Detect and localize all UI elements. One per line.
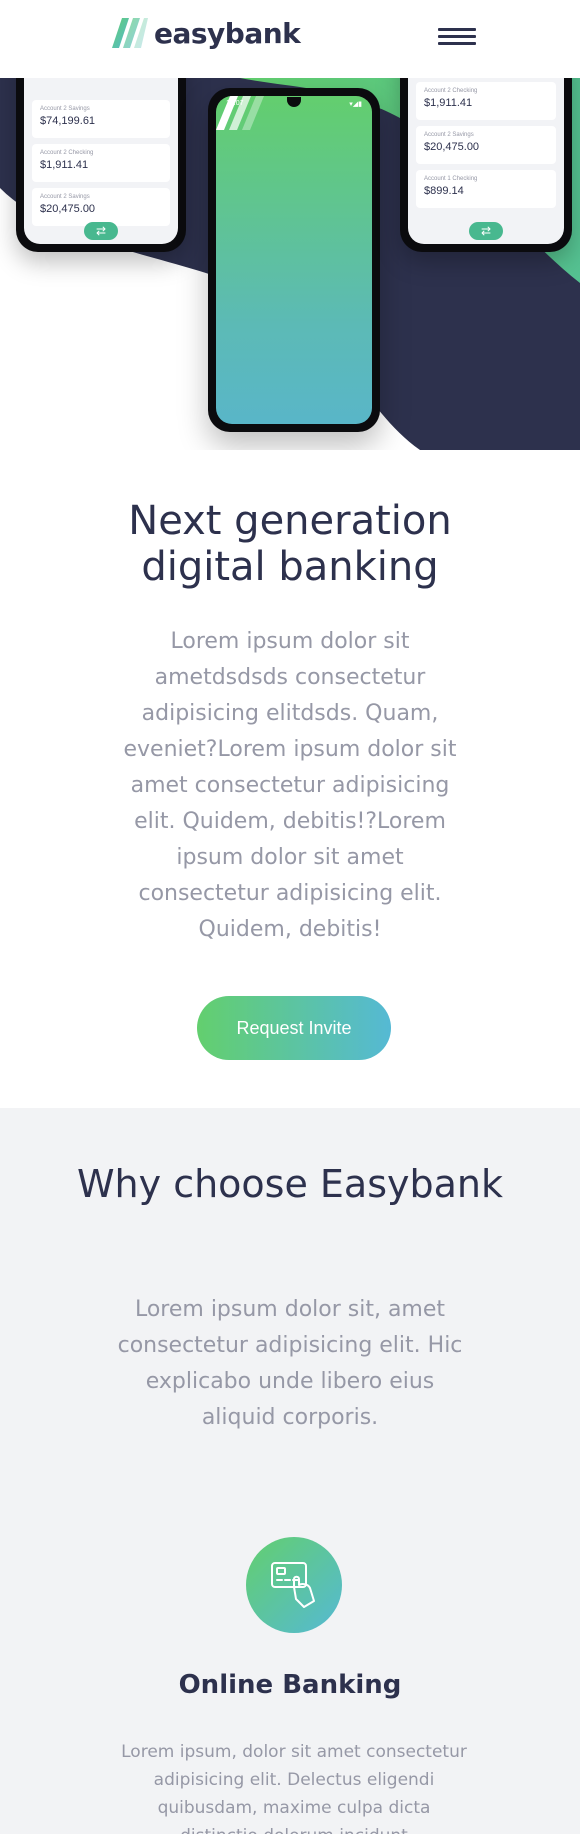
intro-section: Next generation digital banking Lorem ip… bbox=[0, 450, 580, 1108]
signal-battery-icon: ▾◢▮ bbox=[349, 101, 362, 108]
center-phone-mockup: 14:07 ▾◢▮ bbox=[208, 88, 380, 432]
right-phone-screen: Account 2 Checking $1,911.41 Account 2 S… bbox=[408, 78, 564, 244]
site-header: easybank bbox=[0, 0, 580, 78]
account-name: Account 2 Savings bbox=[40, 194, 90, 200]
why-section: Why choose Easybank Lorem ipsum dolor si… bbox=[0, 1108, 580, 1834]
left-phone-screen: Account 2 Savings $74,199.61 Account 2 C… bbox=[24, 78, 178, 244]
online-banking-icon bbox=[246, 1537, 342, 1633]
account-card: Account 2 Savings $74,199.61 bbox=[32, 100, 170, 138]
account-card: Account 2 Checking $1,911.41 bbox=[32, 144, 170, 182]
hero-section: Account 2 Savings $74,199.61 Account 2 C… bbox=[0, 78, 580, 450]
hamburger-line bbox=[438, 35, 476, 38]
account-name: Account 2 Savings bbox=[424, 132, 474, 138]
account-name: Account 2 Checking bbox=[424, 88, 478, 94]
transfer-button[interactable]: ⇄ bbox=[84, 222, 118, 240]
account-card: Account 2 Savings $20,475.00 bbox=[416, 126, 556, 164]
hamburger-icon[interactable] bbox=[438, 28, 476, 48]
center-phone-screen: 14:07 ▾◢▮ bbox=[216, 96, 372, 424]
account-name: Account 1 Checking bbox=[424, 176, 478, 182]
hamburger-line bbox=[438, 28, 476, 31]
account-amount: $899.14 bbox=[424, 185, 464, 197]
account-amount: $20,475.00 bbox=[40, 203, 96, 215]
transfer-button[interactable]: ⇄ bbox=[469, 222, 503, 240]
feature-text: Lorem ipsum, dolor sit amet consectetur … bbox=[121, 1742, 467, 1834]
intro-body: Lorem ipsum dolor sit ametdsdsds consect… bbox=[123, 629, 457, 942]
hamburger-line bbox=[438, 42, 476, 45]
account-name: Account 2 Savings bbox=[40, 106, 90, 112]
logo-mark-icon bbox=[112, 18, 148, 48]
right-phone-mockup: Account 2 Checking $1,911.41 Account 2 S… bbox=[400, 78, 572, 252]
account-card: Account 1 Checking $899.14 bbox=[416, 170, 556, 208]
account-name: Account 2 Checking bbox=[40, 150, 94, 156]
account-amount: $20,475.00 bbox=[424, 141, 480, 153]
app-logo-icon bbox=[216, 96, 264, 130]
account-card: Account 2 Checking $1,911.41 bbox=[416, 82, 556, 120]
account-amount: $74,199.61 bbox=[40, 115, 96, 127]
intro-title: Next generation digital banking bbox=[128, 498, 452, 590]
request-invite-button[interactable]: Request Invite bbox=[197, 996, 391, 1060]
logo-text: easybank bbox=[154, 16, 301, 50]
left-phone-mockup: Account 2 Savings $74,199.61 Account 2 C… bbox=[16, 78, 186, 252]
feature-title: Online Banking bbox=[178, 1670, 402, 1700]
account-amount: $1,911.41 bbox=[40, 159, 89, 171]
why-title: Why choose Easybank bbox=[76, 1162, 504, 1206]
account-amount: $1,911.41 bbox=[424, 97, 473, 109]
account-card: Account 2 Savings $20,475.00 bbox=[32, 188, 170, 226]
why-lead: Lorem ipsum dolor sit, amet consectetur … bbox=[117, 1297, 463, 1430]
logo[interactable]: easybank bbox=[112, 16, 301, 50]
